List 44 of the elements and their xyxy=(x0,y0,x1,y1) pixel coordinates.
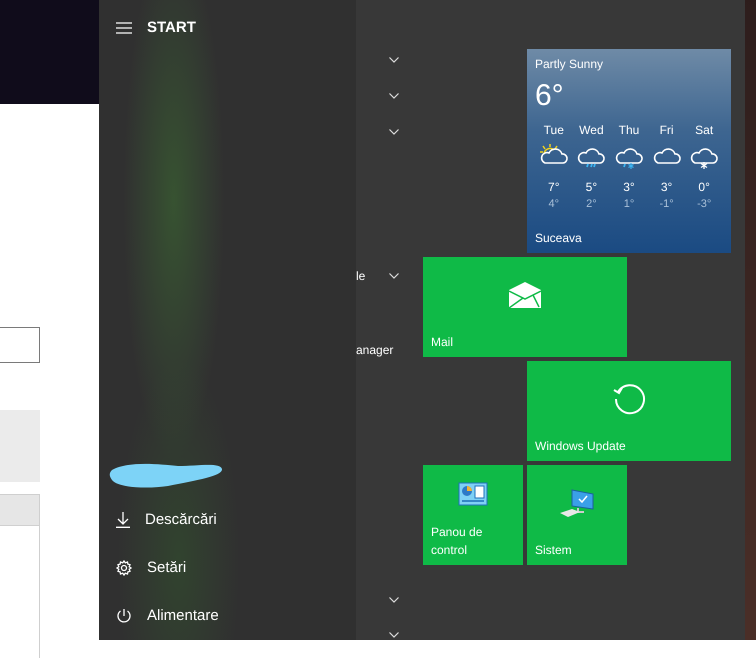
forecast-high: 3° xyxy=(660,179,672,196)
weather-location: Suceava xyxy=(535,230,583,247)
forecast-high: 7° xyxy=(548,179,560,196)
app-name[interactable]: le xyxy=(356,267,366,285)
chevron-down-icon[interactable] xyxy=(389,597,399,603)
tile-label: Panou de control xyxy=(431,524,484,559)
chevron-down-icon[interactable] xyxy=(389,632,399,638)
forecast-high: 3° xyxy=(623,179,635,196)
forecast-low: 2° xyxy=(586,197,597,212)
settings-icon xyxy=(116,560,132,576)
chevron-down-icon[interactable] xyxy=(389,129,399,135)
tile-label: Sistem xyxy=(535,542,573,559)
start-menu-item[interactable]: Descărcări xyxy=(99,496,356,544)
start-title: START xyxy=(147,18,196,38)
forecast-day: Sat xyxy=(695,121,714,139)
forecast-low: 1° xyxy=(624,197,634,212)
chevron-down-icon[interactable] xyxy=(389,273,399,279)
tile-label: Mail xyxy=(431,334,454,351)
forecast-day: Tue xyxy=(544,121,564,139)
control-panel-icon xyxy=(458,482,488,506)
download-icon xyxy=(116,512,130,528)
computer-icon xyxy=(560,489,594,517)
forecast-high: 0° xyxy=(698,179,710,196)
menu-icon[interactable] xyxy=(116,22,132,34)
forecast-low: 4° xyxy=(548,197,560,212)
forecast-low: -3° xyxy=(697,197,712,212)
chevron-down-icon[interactable] xyxy=(389,93,399,99)
refresh-icon xyxy=(612,382,646,416)
power-icon xyxy=(116,608,132,624)
start-menu-item[interactable]: Setări xyxy=(99,544,356,592)
weather-tile[interactable]: Partly Sunny 6° Tue 7° 4° Wed 5° 2° Thu 3° 1° Fri 3° -1° Sat 0° -3° Suceava xyxy=(527,49,731,253)
input-field[interactable] xyxy=(0,327,40,363)
forecast-day: Thu xyxy=(618,121,640,139)
chevron-down-icon[interactable] xyxy=(389,57,399,63)
weather-condition: Partly Sunny xyxy=(535,56,604,73)
app-name[interactable]: anager xyxy=(356,341,394,359)
forecast-day: Wed xyxy=(579,121,604,139)
forecast-low: -1° xyxy=(659,197,674,212)
forecast-high: 5° xyxy=(586,179,598,196)
start-menu-item[interactable]: Alimentare xyxy=(99,592,356,640)
tile-label: Windows Update xyxy=(535,438,627,455)
envelope-icon xyxy=(509,282,541,308)
temperature: 6° xyxy=(535,81,565,111)
forecast-day: Fri xyxy=(660,121,674,139)
